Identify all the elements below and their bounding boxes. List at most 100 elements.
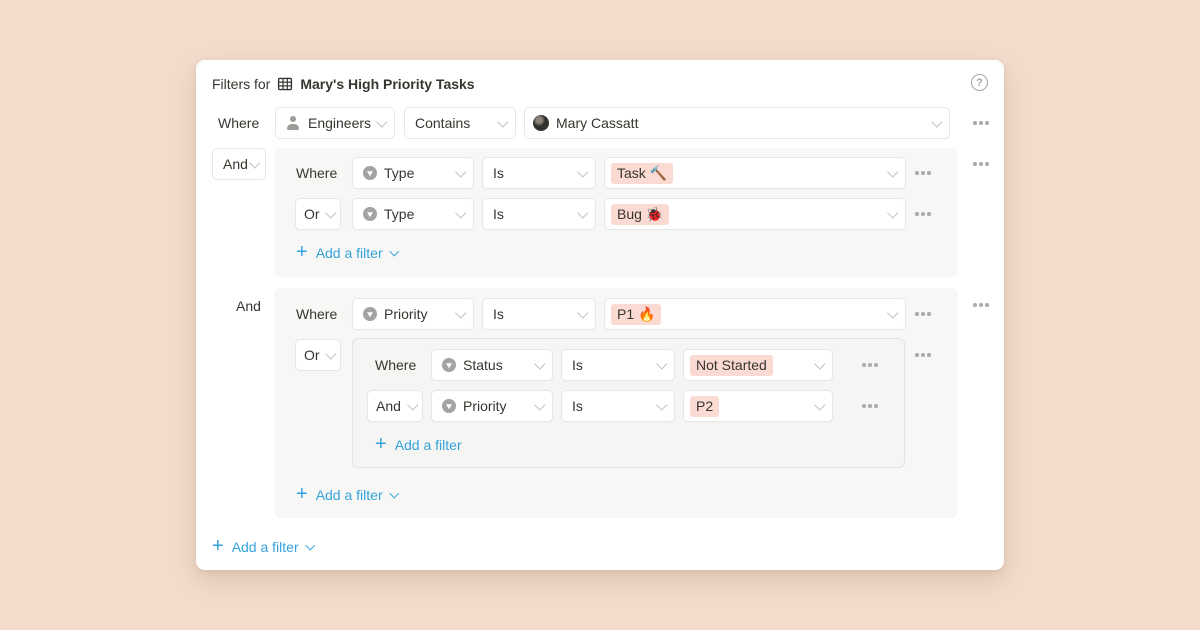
add-filter-label: Add a filter	[395, 437, 462, 453]
add-filter-label: Add a filter	[316, 245, 383, 261]
card-add-filter-button[interactable]: + Add a filter	[212, 536, 313, 558]
value-select-p2[interactable]: P2	[683, 390, 833, 422]
group1-menu-button[interactable]	[972, 148, 990, 180]
rule-menu-button[interactable]	[914, 157, 932, 189]
connector-label: And	[376, 398, 401, 414]
operator-select-label: Is	[493, 306, 504, 322]
chevron-down-icon	[455, 166, 466, 177]
property-select-priority[interactable]: Priority	[352, 298, 474, 330]
rule-menu-button[interactable]	[914, 198, 932, 230]
chevron-down-icon	[577, 307, 588, 318]
operator-select-is[interactable]: Is	[482, 157, 596, 189]
property-select-label: Priority	[463, 398, 507, 414]
property-select-type[interactable]: Type	[352, 198, 474, 230]
chevron-down-icon	[887, 307, 898, 318]
operator-select-label: Is	[493, 165, 504, 181]
title-prefix: Filters for	[212, 76, 270, 92]
property-select-label: Engineers	[308, 115, 371, 131]
chevron-down-icon	[534, 399, 545, 410]
property-select-label: Type	[384, 165, 414, 181]
plus-icon: +	[375, 434, 387, 454]
operator-select-is[interactable]: Is	[561, 390, 675, 422]
filter-group-2: Where Priority Is P1 🔥 Or Where Stat	[274, 288, 958, 518]
value-tag: Bug 🐞	[611, 204, 669, 225]
rule-menu-button[interactable]	[914, 298, 932, 330]
operator-select-label: Is	[493, 206, 504, 222]
value-tag: P2	[690, 396, 719, 417]
add-filter-label: Add a filter	[316, 487, 383, 503]
rule-connector-label: Where	[296, 157, 337, 189]
plus-icon: +	[212, 536, 224, 556]
help-icon[interactable]: ?	[971, 74, 988, 91]
select-property-icon	[363, 166, 377, 180]
value-select-person[interactable]: Mary Cassatt	[524, 107, 950, 139]
select-property-icon	[363, 207, 377, 221]
rule-connector-select[interactable]: And	[367, 390, 423, 422]
group1-connector-select[interactable]: And	[212, 148, 266, 180]
chevron-down-icon	[376, 116, 387, 127]
plus-icon: +	[296, 484, 308, 504]
property-select-priority[interactable]: Priority	[431, 390, 553, 422]
chevron-down-icon	[305, 541, 314, 550]
chevron-down-icon	[325, 348, 336, 359]
chevron-down-icon	[656, 399, 667, 410]
chevron-down-icon	[389, 489, 398, 498]
operator-select-is[interactable]: Is	[482, 298, 596, 330]
rule-menu-button[interactable]	[861, 390, 879, 422]
property-select-label: Priority	[384, 306, 428, 322]
top-rule-connector-label: Where	[218, 107, 259, 139]
chevron-down-icon	[455, 207, 466, 218]
select-property-icon	[442, 358, 456, 372]
avatar	[533, 115, 549, 131]
chevron-down-icon	[887, 207, 898, 218]
nested-filter-group: Where Status Is Not Started And	[352, 338, 905, 468]
chevron-down-icon	[814, 358, 825, 369]
chevron-down-icon	[249, 157, 260, 168]
rule-menu-button[interactable]	[972, 107, 990, 139]
group2-add-filter-button[interactable]: + Add a filter	[296, 484, 397, 506]
chevron-down-icon	[534, 358, 545, 369]
rule-connector-label: Where	[296, 298, 337, 330]
connector-label: And	[223, 156, 248, 172]
value-select-p1[interactable]: P1 🔥	[604, 298, 906, 330]
panel-title: Filters for Mary's High Priority Tasks	[212, 73, 475, 95]
operator-select-label: Contains	[415, 115, 470, 131]
group1-add-filter-button[interactable]: + Add a filter	[296, 242, 397, 264]
chevron-down-icon	[814, 399, 825, 410]
select-property-icon	[363, 307, 377, 321]
group2-connector-label: And	[236, 296, 261, 316]
select-property-icon	[442, 399, 456, 413]
property-select-engineers[interactable]: Engineers	[275, 107, 395, 139]
value-select-bug[interactable]: Bug 🐞	[604, 198, 906, 230]
nested-add-filter-button[interactable]: + Add a filter	[375, 434, 462, 456]
value-select-task[interactable]: Task 🔨	[604, 157, 906, 189]
chevron-down-icon	[389, 247, 398, 256]
filter-group-1: Where Type Is Task 🔨 Or Type Is	[274, 148, 958, 277]
table-icon	[277, 76, 293, 92]
property-select-status[interactable]: Status	[431, 349, 553, 381]
nested-group-connector-select[interactable]: Or	[295, 339, 341, 371]
chevron-down-icon	[325, 207, 336, 218]
rule-menu-button[interactable]	[861, 349, 879, 381]
operator-select-label: Is	[572, 357, 583, 373]
nested-group-menu-button[interactable]	[914, 339, 932, 371]
view-title: Mary's High Priority Tasks	[300, 76, 474, 92]
operator-select-is[interactable]: Is	[482, 198, 596, 230]
property-select-type[interactable]: Type	[352, 157, 474, 189]
chevron-down-icon	[887, 166, 898, 177]
chevron-down-icon	[931, 116, 942, 127]
connector-label: Or	[304, 347, 320, 363]
chevron-down-icon	[577, 207, 588, 218]
operator-select-label: Is	[572, 398, 583, 414]
operator-select-is[interactable]: Is	[561, 349, 675, 381]
person-icon	[286, 116, 301, 130]
rule-connector-select[interactable]: Or	[295, 198, 341, 230]
property-select-label: Type	[384, 206, 414, 222]
chevron-down-icon	[577, 166, 588, 177]
value-tag: Not Started	[690, 355, 773, 376]
chevron-down-icon	[656, 358, 667, 369]
rule-connector-label: Where	[375, 349, 416, 381]
group2-menu-button[interactable]	[972, 289, 990, 321]
operator-select-contains[interactable]: Contains	[404, 107, 516, 139]
value-select-not-started[interactable]: Not Started	[683, 349, 833, 381]
